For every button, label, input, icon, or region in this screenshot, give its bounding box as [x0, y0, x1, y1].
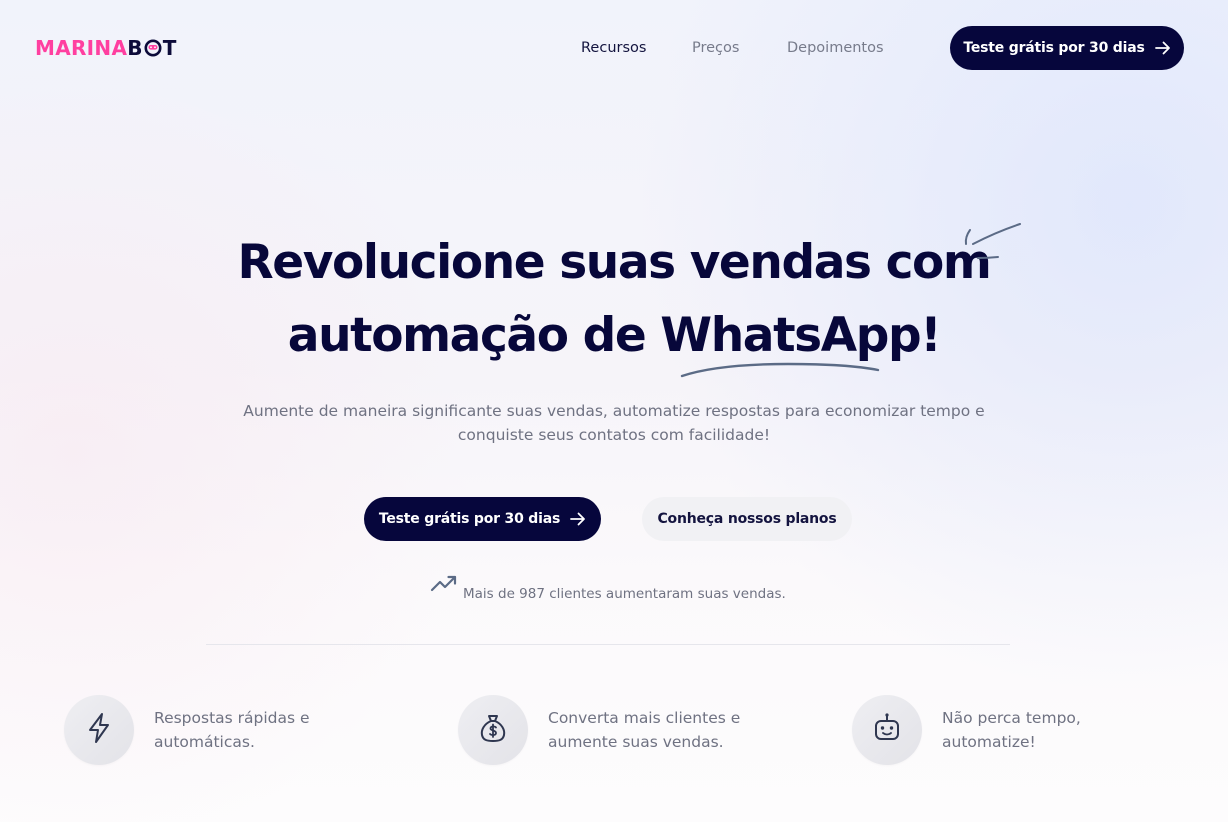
- header-free-trial-button[interactable]: Teste grátis por 30 dias: [950, 26, 1184, 70]
- brand-logo[interactable]: MARINA B T: [35, 37, 177, 59]
- trending-up-icon: [430, 574, 458, 598]
- logo-text-marina: MARINA: [35, 36, 128, 60]
- feature-text: Respostas rápidas e automáticas.: [154, 709, 310, 751]
- section-divider: [206, 644, 1010, 645]
- lightning-icon: [85, 712, 113, 748]
- view-plans-label: Conheça nossos planos: [657, 511, 837, 527]
- view-plans-button[interactable]: Conheça nossos planos: [642, 497, 852, 541]
- robot-o-icon: [144, 39, 162, 57]
- hero-free-trial-button[interactable]: Teste grátis por 30 dias: [364, 497, 601, 541]
- nav-link-precos[interactable]: Preços: [692, 38, 739, 58]
- nav-link-depoimentos[interactable]: Depoimentos: [787, 38, 884, 58]
- feature-text: Converta mais clientes e aumente suas ve…: [548, 709, 741, 751]
- logo-text-bot: B T: [127, 36, 177, 60]
- hero-subtitle-line1: Aumente de maneira significante suas ven…: [243, 402, 985, 420]
- arrow-right-icon: [1154, 41, 1171, 55]
- money-bag-icon: [477, 712, 509, 748]
- feature-icon-badge: [458, 695, 528, 765]
- hero-title-line1: Revolucione suas vendas com: [237, 235, 991, 290]
- hero-free-trial-label: Teste grátis por 30 dias: [378, 511, 561, 527]
- decorative-underline-icon: [678, 356, 884, 386]
- robot-icon: [871, 712, 903, 748]
- feature-icon-badge: [64, 695, 134, 765]
- arrow-right-icon: [570, 512, 586, 526]
- nav-link-recursos[interactable]: Recursos: [581, 38, 646, 58]
- social-proof-text: Mais de 987 clientes aumentaram suas ven…: [463, 586, 786, 602]
- top-navbar: MARINA B T Recursos Preços Depoimentos T…: [0, 0, 1228, 96]
- hero-subtitle-line2: conquiste seus contatos com facilidade!: [457, 426, 771, 444]
- feature-text: Não perca tempo, automatize!: [942, 709, 1081, 751]
- decorative-sparkle-icon: [960, 220, 1024, 268]
- header-free-trial-label: Teste grátis por 30 dias: [963, 40, 1145, 56]
- hero-title-line2: automação de WhatsApp!: [287, 308, 942, 363]
- feature-icon-badge: [852, 695, 922, 765]
